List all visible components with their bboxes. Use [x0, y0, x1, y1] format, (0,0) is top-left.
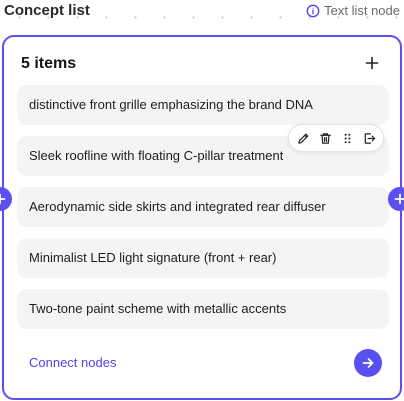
drag-handle-icon — [344, 133, 350, 143]
node-type-label: Text list node — [306, 3, 400, 19]
delete-item-button[interactable] — [317, 130, 333, 146]
list-item-text: Aerodynamic side skirts and integrated r… — [29, 199, 326, 214]
plus-icon — [0, 193, 6, 205]
edit-item-button[interactable] — [295, 130, 311, 146]
trash-icon — [319, 132, 331, 144]
plus-icon — [365, 56, 379, 70]
arrow-right-icon — [362, 358, 374, 368]
connect-nodes-link[interactable]: Connect nodes — [29, 355, 116, 371]
list-item-text: Sleek roofline with floating C-pillar tr… — [29, 148, 284, 163]
next-button[interactable] — [354, 349, 382, 377]
node-title: Concept list — [4, 2, 90, 19]
plus-icon — [394, 193, 404, 205]
card-footer: Connect nodes — [17, 349, 389, 379]
move-out-icon — [364, 132, 375, 144]
pencil-icon — [297, 133, 308, 144]
node-type-text: Text list node — [324, 3, 400, 18]
list-item[interactable]: Two-tone paint scheme with metallic acce… — [17, 289, 389, 329]
list-item-text: Minimalist LED light signature (front + … — [29, 250, 277, 265]
text-list-node-card[interactable]: 5 items distinctive front grille emphasi… — [2, 35, 402, 400]
item-action-toolbar — [288, 124, 384, 152]
add-item-button[interactable] — [363, 54, 381, 72]
list-item-text: Two-tone paint scheme with metallic acce… — [29, 301, 287, 316]
list-item[interactable]: Minimalist LED light signature (front + … — [17, 238, 389, 278]
item-count: 5 items — [21, 55, 77, 72]
list-item[interactable]: distinctive front grille emphasizing the… — [17, 85, 389, 125]
list-item[interactable]: Aerodynamic side skirts and integrated r… — [17, 187, 389, 227]
list-item-text: distinctive front grille emphasizing the… — [29, 97, 313, 112]
node-header: Concept list Text list node — [0, 0, 404, 26]
extract-item-button[interactable] — [361, 130, 377, 146]
card-header: 5 items — [19, 52, 385, 74]
drag-item-button[interactable] — [339, 130, 355, 146]
info-icon — [306, 4, 320, 18]
